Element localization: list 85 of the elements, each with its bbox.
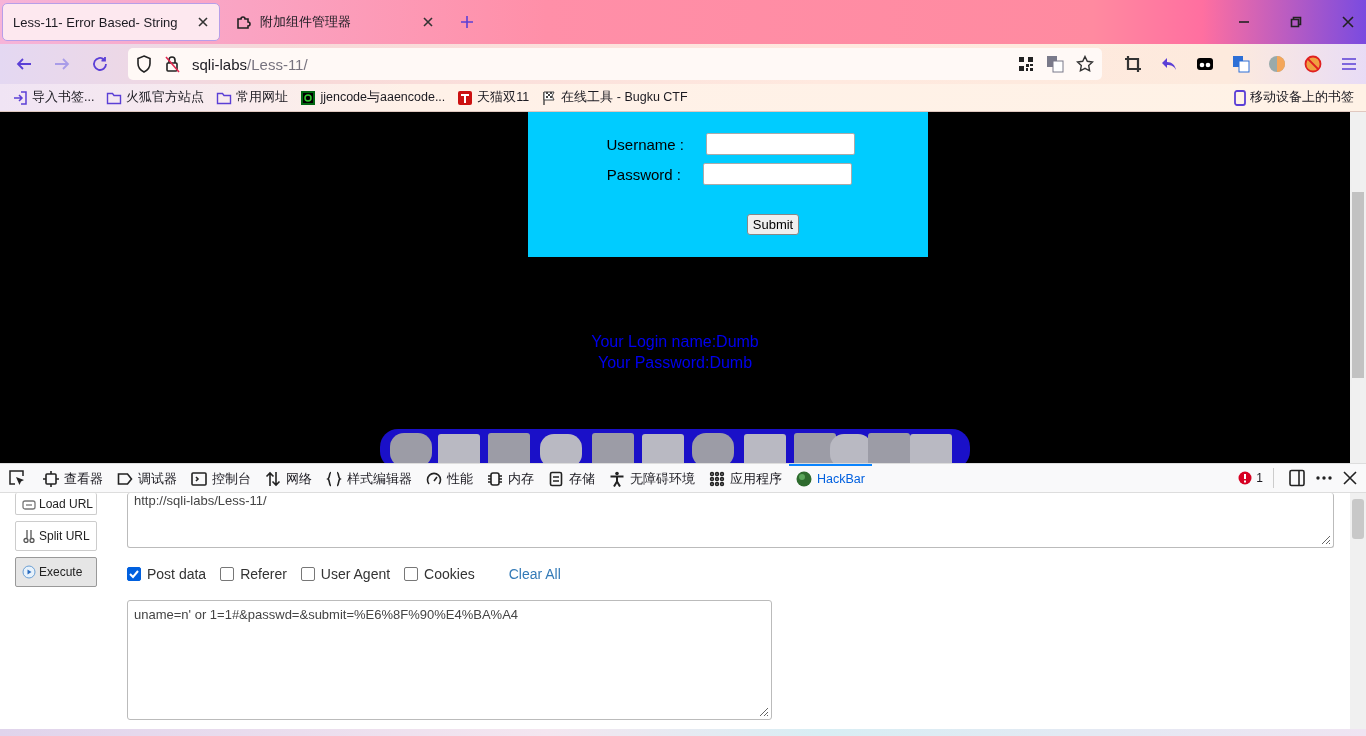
person-icon [609, 471, 625, 487]
bookmark-item[interactable]: 在线工具 - Bugku CTF [541, 89, 688, 106]
scrollbar[interactable] [1350, 493, 1366, 729]
error-icon [1238, 471, 1253, 485]
browser-tab[interactable]: Less-11- Error Based- String [2, 3, 220, 41]
password-label: Password : [605, 165, 682, 183]
gauge-icon [426, 471, 442, 487]
storage-icon [548, 471, 564, 487]
close-icon[interactable] [197, 16, 209, 28]
username-field[interactable] [706, 133, 855, 155]
dock-icon[interactable] [1289, 469, 1305, 487]
post-data-field[interactable]: uname=n' or 1=1#&passwd=&submit=%E6%8F%90%E4%BA%A4 [127, 600, 772, 720]
console-icon [191, 471, 207, 487]
reload-icon[interactable] [91, 55, 109, 73]
bookmark-item[interactable]: 导入书签... [12, 89, 95, 106]
bookmark-item[interactable]: 火狐官方站点 [106, 89, 205, 106]
bookmark-item[interactable]: jjencode与aaencode... [300, 89, 446, 106]
browser-tab[interactable]: 附加组件管理器 [226, 3, 444, 41]
braces-icon [326, 471, 342, 487]
mask-icon[interactable] [1196, 55, 1214, 73]
qr-code-icon[interactable] [1018, 56, 1034, 72]
devtools-tab[interactable]: 调试器 [110, 463, 184, 493]
bookmark-item[interactable]: 常用网址 [216, 89, 289, 106]
password-field[interactable] [703, 163, 852, 185]
checkbox[interactable] [300, 567, 315, 581]
checkbox[interactable] [220, 567, 235, 581]
checkbox-label: Cookies [424, 566, 475, 582]
grid-icon [709, 471, 725, 487]
puzzle-icon [236, 14, 252, 30]
bookmark-star-icon[interactable] [1076, 55, 1094, 73]
devtools-tab[interactable]: 无障碍环境 [602, 463, 702, 493]
tag-icon [117, 471, 133, 487]
devtools-tab[interactable]: 应用程序 [702, 463, 789, 493]
bookmark-item[interactable]: 天猫双11 [457, 89, 530, 106]
hackbar-button[interactable]: Split URL [15, 521, 97, 551]
checkbox-label: Referer [240, 566, 287, 582]
devtools-tab[interactable]: 内存 [480, 463, 541, 493]
new-tab-icon[interactable] [460, 15, 474, 29]
close-icon[interactable] [1343, 471, 1357, 485]
scissors-icon [22, 529, 36, 543]
devtools-tab[interactable]: 网络 [258, 463, 319, 493]
shield-icon [136, 55, 152, 73]
devtools-tab[interactable]: 控制台 [184, 463, 258, 493]
scrollbar[interactable] [1350, 112, 1366, 463]
translate-icon[interactable] [1232, 55, 1250, 73]
blocked-icon[interactable] [1304, 55, 1322, 73]
inspector-icon [43, 471, 59, 487]
checkbox[interactable] [404, 567, 419, 581]
import-icon [12, 89, 28, 106]
submit-button[interactable]: Submit [746, 213, 800, 235]
app-logo-icon [300, 89, 317, 106]
resize-grip-icon [757, 705, 769, 717]
close-icon[interactable] [422, 16, 434, 28]
hackbar-button[interactable]: Execute [15, 557, 97, 587]
up-down-arrows-icon [265, 471, 281, 487]
ball-icon [796, 471, 812, 487]
bookmark-item[interactable]: 移动设备上的书签 [1234, 89, 1354, 106]
devtools-tab[interactable]: 存储 [541, 463, 602, 493]
menu-icon[interactable] [1340, 55, 1358, 73]
clear-all-link[interactable]: Clear All [508, 566, 561, 582]
restore-icon[interactable] [1290, 16, 1302, 28]
error-count[interactable]: 1 [1228, 471, 1273, 485]
url-text: sqli-labs/Less-11/ [192, 55, 308, 73]
checkered-flag-icon [541, 89, 558, 106]
url-field[interactable]: http://sqli-labs/Less-11/ [127, 493, 1334, 548]
shop-logo-icon [457, 89, 474, 106]
devtools-tab[interactable]: 性能 [419, 463, 480, 493]
checkbox-label: Post data [147, 566, 207, 582]
checkbox-label: User Agent [320, 566, 391, 582]
element-picker-icon[interactable] [8, 469, 26, 487]
devtools-tab[interactable]: 样式编辑器 [319, 463, 419, 493]
chip-icon [487, 471, 503, 487]
hackbar-button[interactable]: Load URL [15, 493, 97, 515]
result-text: Your Login name:Dumb [590, 332, 760, 353]
checkbox[interactable] [127, 567, 141, 581]
address-bar[interactable]: sqli-labs/Less-11/ [128, 48, 1102, 80]
translate-icon[interactable] [1046, 55, 1064, 73]
phone-icon [1234, 89, 1246, 106]
resize-grip-icon [1319, 533, 1331, 545]
username-label: Username : [605, 135, 685, 153]
crop-icon[interactable] [1124, 55, 1142, 73]
result-text: Your Password:Dumb [596, 353, 754, 374]
lock-icon [164, 55, 180, 73]
play-icon [22, 565, 36, 579]
devtools-tab[interactable]: 查看器 [36, 463, 110, 493]
